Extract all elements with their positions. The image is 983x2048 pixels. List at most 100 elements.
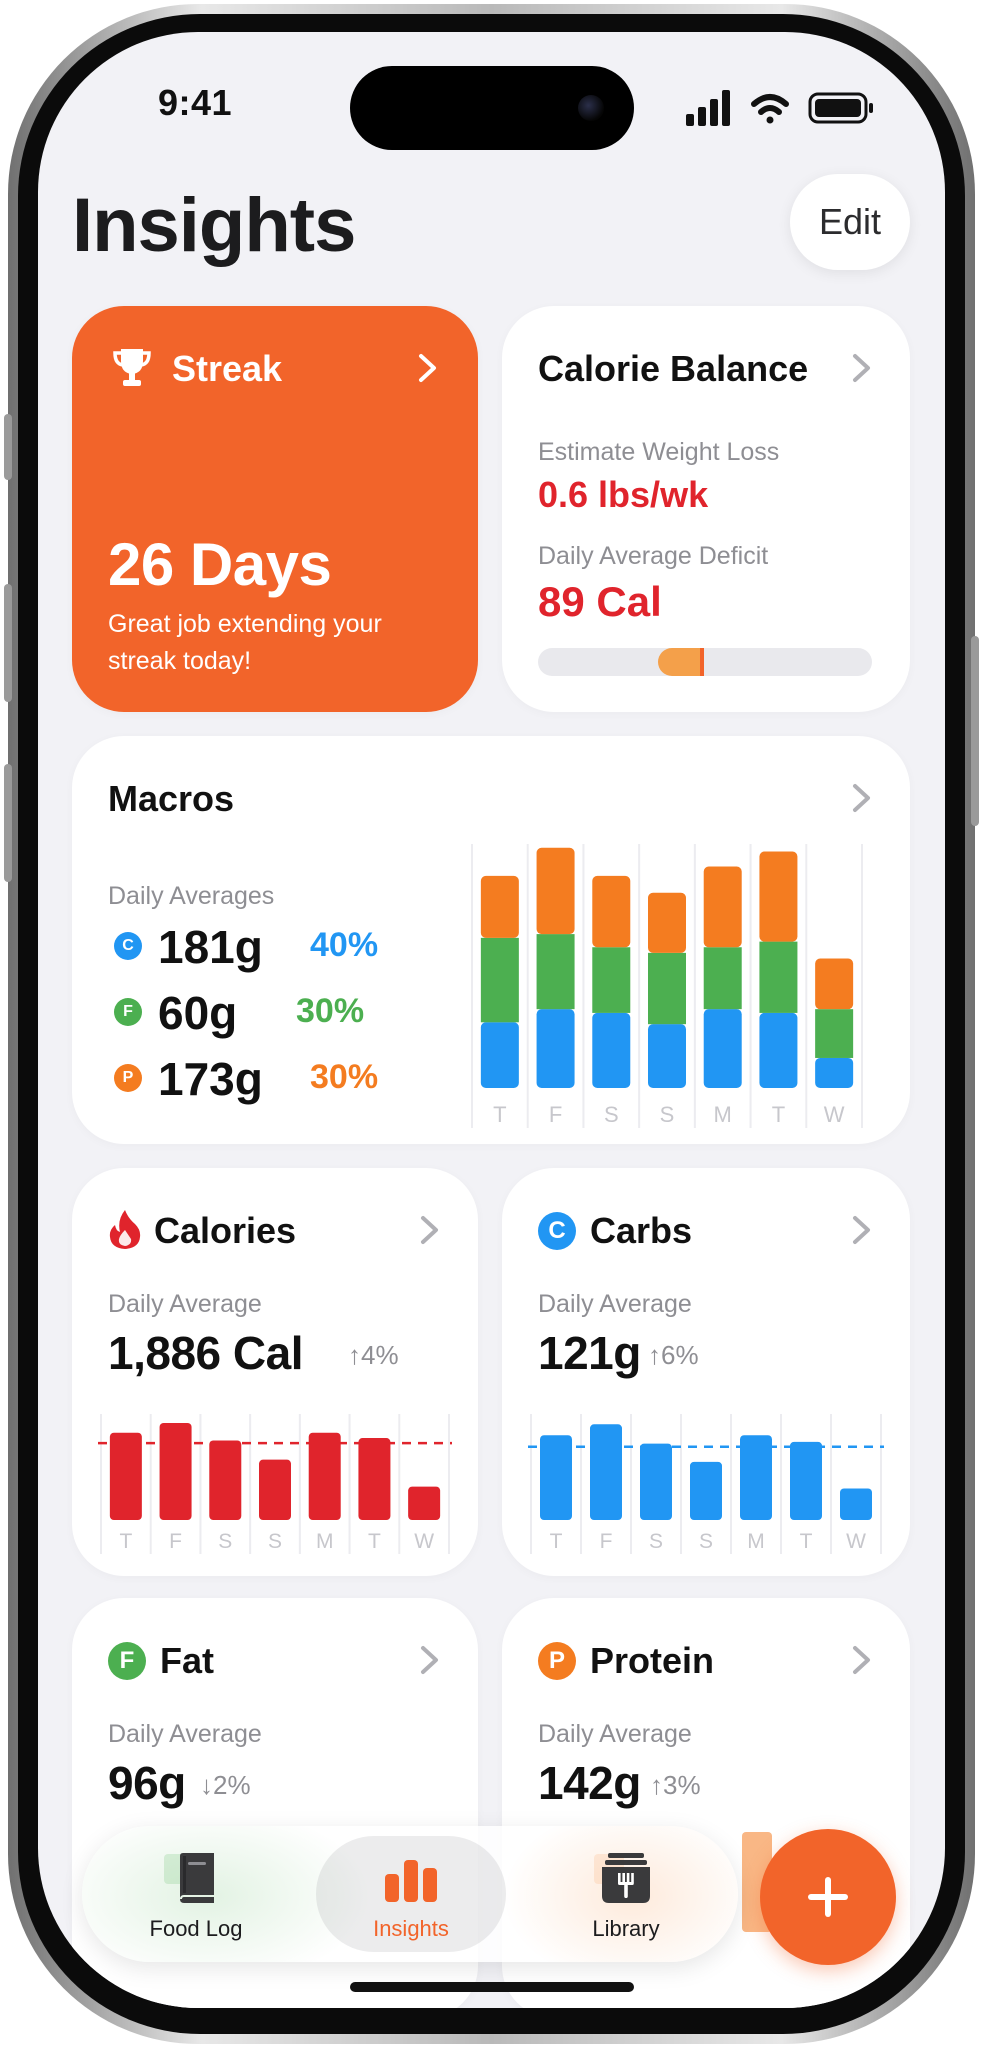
bar: [590, 1424, 622, 1520]
protein-trend: ↑3%: [650, 1770, 701, 1801]
fat-title: Fat: [160, 1640, 214, 1681]
macro-bar-segment: [703, 947, 742, 1010]
arrow-down-icon: ↓: [200, 1770, 213, 1800]
bar-chart-icon: [385, 1860, 437, 1902]
protein-badge: P: [538, 1642, 576, 1680]
tab-insights-label: Insights: [373, 1916, 449, 1941]
calorie-balance-card[interactable]: Calorie Balance Estimate Weight Loss 0.6…: [502, 306, 910, 712]
chevron-right-icon: [853, 784, 870, 812]
calories-chart: TFSSMTW: [98, 1414, 452, 1554]
fat-label: Daily Average: [108, 1720, 262, 1748]
x-tick-label: T: [772, 1102, 785, 1127]
streak-message: Great job extending your streak today!: [108, 610, 382, 675]
macros-subtitle: Daily Averages: [108, 882, 275, 910]
chevron-right-icon: [421, 1216, 438, 1244]
battery-icon: [808, 92, 873, 124]
macro-bar-segment: [480, 1022, 519, 1088]
macro-bar-segment: [592, 1012, 631, 1088]
recipe-box-icon: [602, 1853, 650, 1903]
carbs-trend: ↑6%: [648, 1340, 699, 1371]
carbs-card[interactable]: C Carbs Daily Average 121g ↑6% T F S S M T W: [502, 1168, 910, 1576]
x-tick-label: S: [660, 1102, 675, 1127]
x-tick-label: S: [604, 1102, 619, 1127]
chevron-right-icon: [421, 1646, 438, 1674]
x-tick-label: S: [649, 1530, 663, 1553]
macro-bar-segment: [815, 1057, 854, 1088]
carbs-grams: 181g: [158, 921, 263, 973]
chevron-right-icon: [419, 354, 436, 382]
add-button[interactable]: [760, 1829, 896, 1965]
x-tick-label: S: [268, 1530, 282, 1553]
deficit-progress-marker: [700, 648, 704, 676]
x-tick-label: T: [800, 1530, 813, 1553]
bar: [308, 1432, 341, 1520]
x-tick-label: W: [846, 1530, 866, 1553]
carbs-badge: C: [114, 932, 142, 960]
fat-trend-value: 2%: [213, 1770, 251, 1800]
macro-bar-segment: [592, 947, 631, 1013]
calories-title: Calories: [154, 1210, 297, 1251]
protein-badge: P: [114, 1064, 142, 1092]
streak-title: Streak: [172, 348, 283, 389]
x-tick-label: M: [714, 1102, 732, 1127]
screen: 9:41 Insights Edit Streak 26 Days Great …: [38, 32, 945, 2008]
macro-bar-segment: [536, 847, 575, 935]
weight-loss-label: Estimate Weight Loss: [538, 438, 780, 466]
status-time: 9:41: [158, 82, 233, 123]
volume-up-button: [4, 584, 12, 702]
wifi-icon: [751, 94, 789, 124]
flame-icon: [109, 1210, 141, 1249]
bar: [159, 1422, 192, 1520]
x-tick-label: W: [824, 1102, 845, 1127]
weight-loss-value: 0.6 lbs/wk: [538, 474, 709, 515]
edit-button[interactable]: Edit: [790, 174, 910, 270]
calories-value: 1,886 Cal: [108, 1327, 303, 1379]
carbs-chart: TFSSMTW: [528, 1414, 884, 1554]
fat-badge: F: [114, 998, 142, 1026]
chevron-right-icon: [853, 1216, 870, 1244]
protein-grams: 173g: [158, 1053, 263, 1105]
plus-icon: [808, 1877, 848, 1917]
macro-bar-segment: [648, 892, 686, 953]
tab-library[interactable]: Library: [526, 1826, 726, 1962]
calories-trend: ↑4%: [348, 1340, 399, 1371]
streak-value: 26 Days: [108, 531, 332, 598]
deficit-progress-fill: [658, 648, 703, 676]
deficit-progress-track: [538, 648, 872, 676]
camera-icon: [578, 95, 604, 121]
arrow-up-icon: ↑: [650, 1770, 663, 1800]
x-tick-label: F: [600, 1530, 613, 1553]
carbs-title: Carbs: [590, 1210, 693, 1251]
tab-food-log-label: Food Log: [149, 1916, 243, 1941]
tab-food-log[interactable]: Food Log: [96, 1826, 296, 1962]
carbs-value: 121g: [538, 1327, 641, 1379]
arrow-up-icon: ↑: [348, 1340, 361, 1370]
calories-label: Daily Average: [108, 1290, 262, 1318]
x-tick-label: T: [368, 1530, 381, 1553]
carbs-percent: 40%: [310, 926, 379, 964]
macros-card[interactable]: Macros Daily Averages C 181g 40% F 60g 3…: [72, 736, 910, 1144]
x-tick-label: T: [550, 1530, 563, 1553]
calories-trend-value: 4%: [361, 1340, 399, 1370]
calories-card[interactable]: Calories Daily Average 1,886 Cal ↑4% T F S…: [72, 1168, 478, 1576]
x-tick-label: T: [119, 1530, 132, 1553]
macro-bar-segment: [648, 1024, 686, 1088]
macro-bar-segment: [648, 952, 686, 1025]
x-tick-label: W: [414, 1530, 434, 1553]
macros-chart: TFSSMTW: [471, 844, 863, 1128]
macro-bar-segment: [592, 875, 631, 948]
macro-bar-segment: [536, 1009, 575, 1088]
power-button: [971, 636, 979, 826]
deficit-value: 89 Cal: [538, 578, 662, 625]
fat-badge: F: [108, 1642, 146, 1680]
page-title: Insights: [72, 183, 356, 268]
macro-bar-segment: [759, 851, 798, 942]
protein-trend-value: 3%: [663, 1770, 701, 1800]
bar: [259, 1459, 291, 1520]
tab-bar: Food Log Insights Library: [82, 1826, 738, 1962]
carbs-label: Daily Average: [538, 1290, 692, 1318]
status-icons: [686, 90, 873, 126]
x-tick-label: S: [699, 1530, 713, 1553]
tab-insights[interactable]: Insights: [308, 1826, 514, 1962]
streak-card[interactable]: Streak 26 Days Great job extending your …: [72, 306, 478, 712]
